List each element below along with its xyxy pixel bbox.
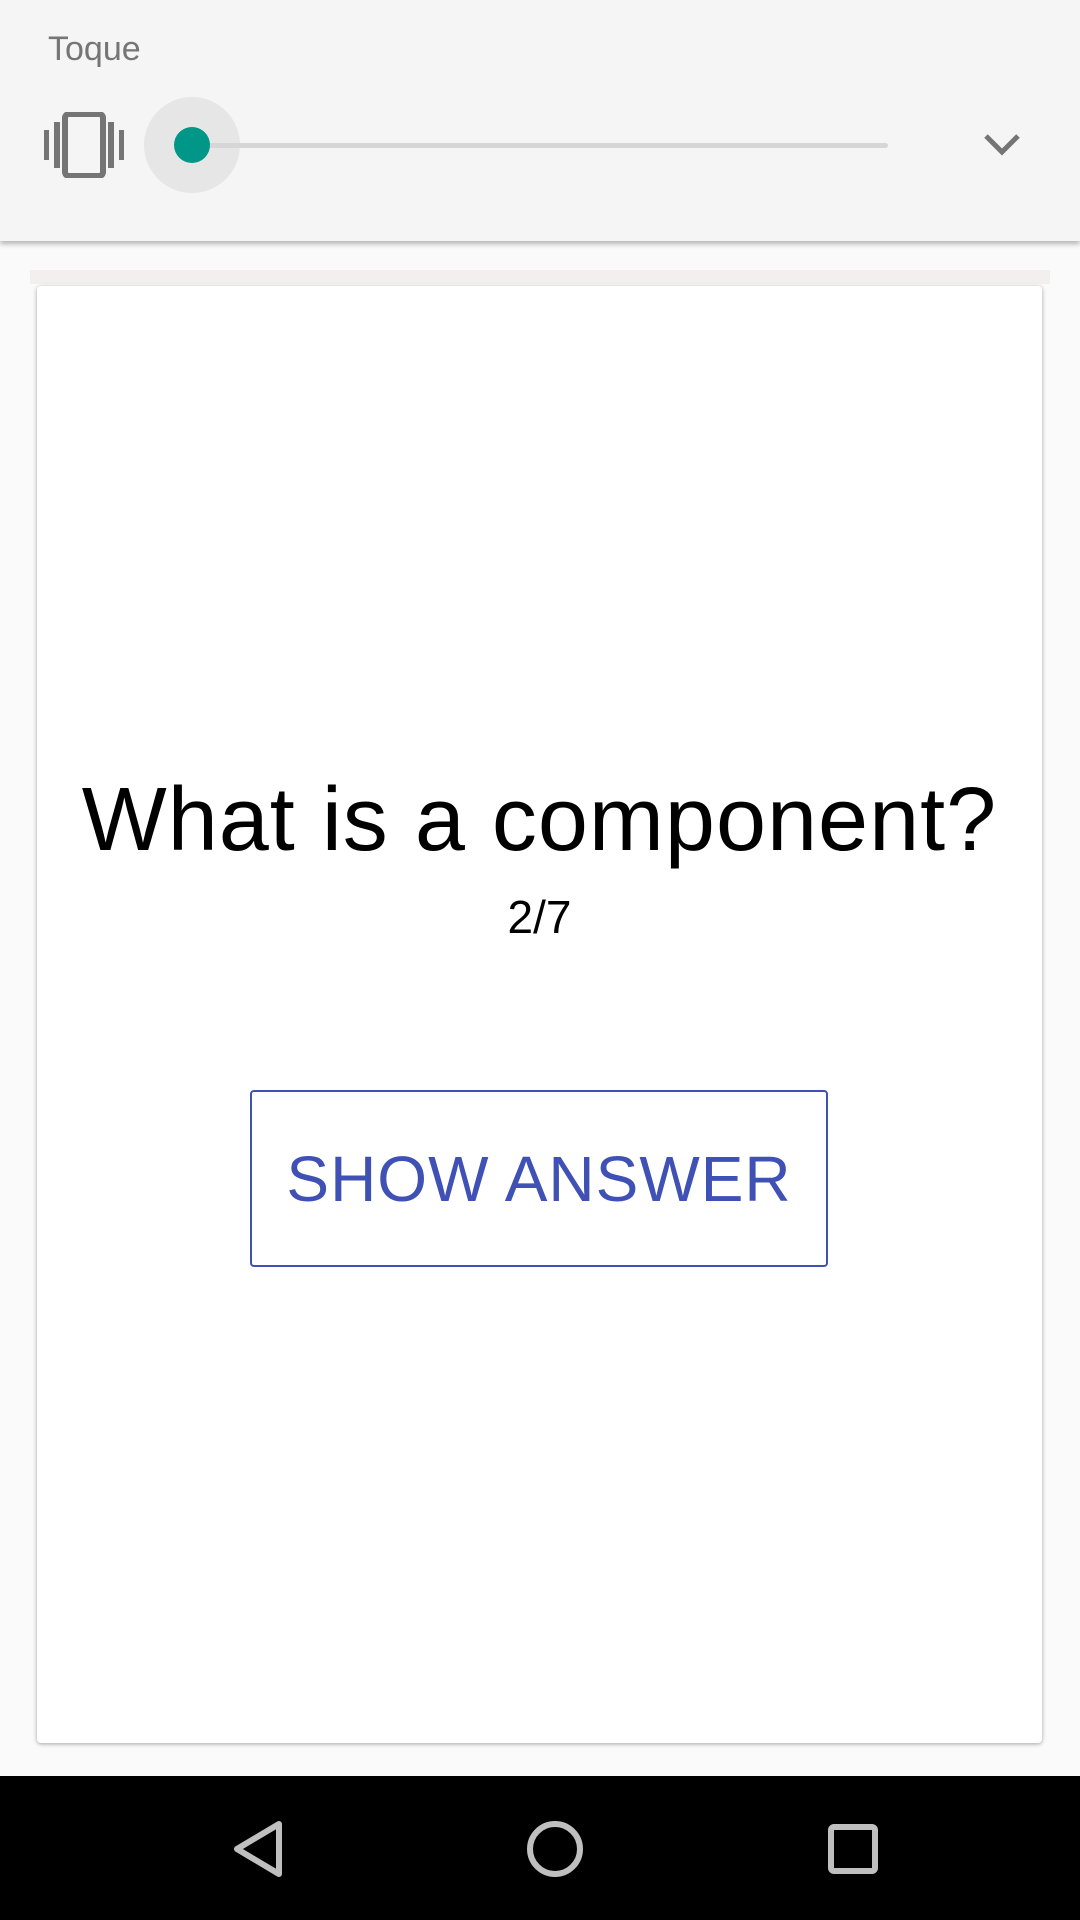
- system-navigation-bar: [0, 1776, 1080, 1920]
- volume-stream-label: Toque: [48, 30, 141, 68]
- vibrate-icon[interactable]: [44, 111, 124, 179]
- slider-track[interactable]: [192, 143, 888, 148]
- flashcard: What is a component? 2/7 SHOW ANSWER: [37, 286, 1042, 1743]
- chevron-down-icon[interactable]: [980, 126, 1024, 166]
- card-counter: 2/7: [507, 891, 572, 943]
- show-answer-button[interactable]: SHOW ANSWER: [250, 1090, 828, 1267]
- card-question: What is a component?: [81, 770, 998, 870]
- volume-panel: Toque: [0, 0, 1080, 241]
- back-icon[interactable]: [207, 1798, 307, 1898]
- slider-thumb[interactable]: [174, 127, 210, 163]
- home-icon[interactable]: [506, 1798, 606, 1898]
- recents-icon[interactable]: [804, 1798, 904, 1898]
- volume-slider[interactable]: [144, 97, 904, 193]
- screen: Toque What is a component? 2/7 SHOW ANSW…: [0, 0, 1080, 1920]
- card-stack-edge: [30, 270, 1050, 284]
